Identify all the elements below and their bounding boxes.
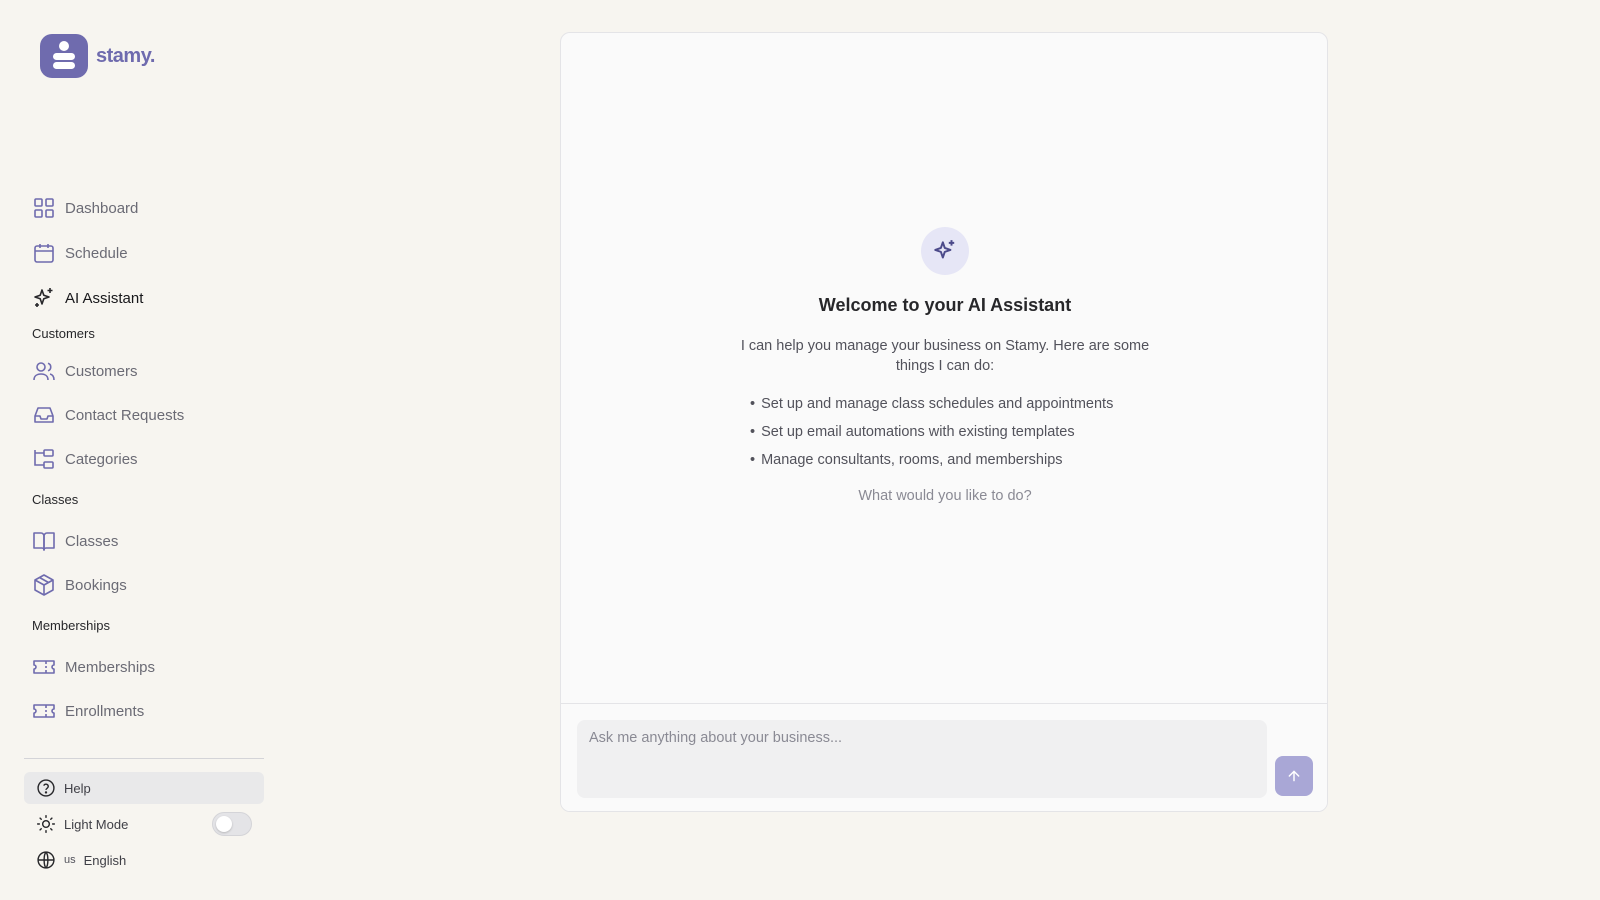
- sidebar-item-label: AI Assistant: [65, 289, 144, 307]
- ai-assistant-chat: Welcome to your AI Assistant I can help …: [560, 32, 1328, 812]
- sparkles-icon: [34, 288, 53, 307]
- sidebar-item-label: Dashboard: [65, 199, 139, 217]
- language-label: English: [83, 852, 127, 868]
- sidebar-item-classes[interactable]: Classes: [32, 523, 264, 559]
- sun-icon: [36, 814, 56, 834]
- sidebar-item-enrollments[interactable]: Enrollments: [32, 693, 264, 729]
- sidebar-nav: Dashboard Schedule AI Assistant Customer…: [24, 188, 264, 758]
- sidebar-item-label: Bookings: [65, 576, 127, 594]
- section-label-memberships: Memberships: [32, 618, 111, 633]
- sidebar-item-ai-assistant[interactable]: AI Assistant: [32, 280, 264, 316]
- sidebar-item-label: Customers: [65, 362, 138, 380]
- prompt-question: What would you like to do?: [858, 488, 1032, 504]
- calendar-icon: [34, 244, 54, 263]
- sidebar-item-schedule[interactable]: Schedule: [32, 235, 264, 271]
- sidebar-divider: [24, 758, 264, 759]
- help-label: Help: [64, 780, 91, 796]
- dashboard-grid-icon: [34, 198, 54, 218]
- arrow-up-icon: [1288, 770, 1300, 782]
- users-icon: [33, 362, 55, 381]
- inbox-icon: [34, 407, 54, 423]
- welcome-description: I can help you manage your business on S…: [740, 338, 1150, 374]
- welcome-panel: Welcome to your AI Assistant I can help …: [561, 227, 1327, 504]
- list-item: Set up email automations with existing t…: [750, 418, 1140, 446]
- book-open-icon: [33, 532, 55, 551]
- sidebar-item-categories[interactable]: Categories: [32, 441, 264, 477]
- sidebar-item-label: Classes: [65, 532, 119, 550]
- ticket-icon: [33, 704, 55, 718]
- section-label-classes: Classes: [32, 492, 79, 507]
- chat-input-bar: [561, 703, 1327, 811]
- toggle-knob: [216, 816, 232, 832]
- sidebar-item-label: Contact Requests: [65, 406, 185, 424]
- welcome-title: Welcome to your AI Assistant: [818, 295, 1072, 315]
- capabilities-list: Set up and manage class schedules and ap…: [750, 390, 1140, 474]
- ticket-icon: [33, 660, 55, 674]
- sidebar-item-customers[interactable]: Customers: [32, 353, 264, 389]
- chat-input[interactable]: [577, 720, 1267, 798]
- package-icon: [34, 574, 54, 596]
- globe-icon: [37, 851, 55, 869]
- theme-label: Light Mode: [64, 816, 129, 832]
- sidebar-item-label: Memberships: [65, 658, 156, 676]
- sidebar-item-bookings[interactable]: Bookings: [32, 567, 264, 603]
- list-item: Set up and manage class schedules and ap…: [750, 390, 1140, 418]
- sparkles-icon: [921, 227, 969, 275]
- sidebar-item-label: Categories: [65, 450, 138, 468]
- sidebar-item-dashboard[interactable]: Dashboard: [32, 190, 264, 226]
- section-label-customers: Customers: [32, 326, 95, 341]
- stamy-logo-icon: [40, 34, 88, 78]
- brand-name: stamy.: [96, 44, 155, 67]
- light-mode-toggle[interactable]: [212, 812, 252, 836]
- list-item: Manage consultants, rooms, and membershi…: [750, 446, 1140, 474]
- help-circle-icon: [37, 779, 55, 797]
- brand-logo[interactable]: stamy.: [40, 34, 155, 78]
- language-selector[interactable]: us English: [24, 844, 264, 876]
- sidebar-item-label: Schedule: [65, 244, 128, 262]
- language-flag: us: [64, 854, 76, 866]
- sidebar-item-memberships[interactable]: Memberships: [32, 649, 264, 685]
- theme-row: Light Mode: [24, 808, 264, 840]
- categories-tree-icon: [34, 449, 54, 469]
- sidebar-item-contact-requests[interactable]: Contact Requests: [32, 397, 264, 433]
- sidebar-item-label: Enrollments: [65, 702, 145, 720]
- help-button[interactable]: Help: [24, 772, 264, 804]
- send-button[interactable]: [1275, 756, 1313, 796]
- sidebar: stamy. Dashboard Schedule AI Assistant C…: [0, 0, 286, 900]
